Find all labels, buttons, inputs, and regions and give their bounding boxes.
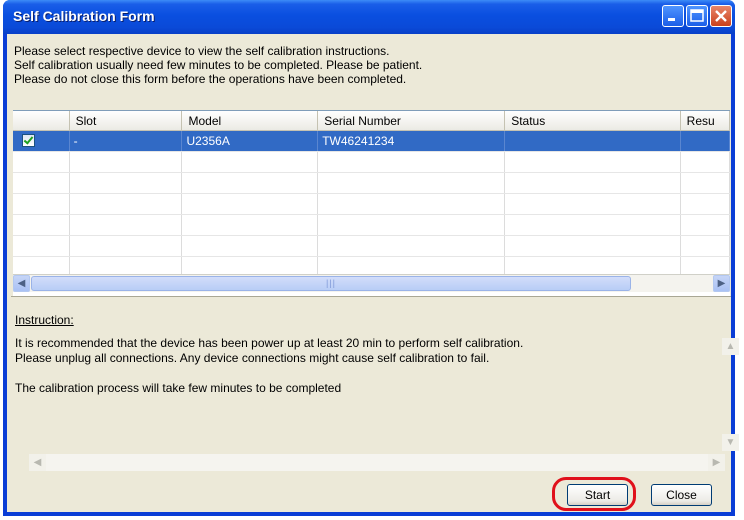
close-window-button[interactable] <box>710 5 732 27</box>
column-header-result[interactable]: Resu <box>680 111 730 131</box>
arrow-right-icon[interactable]: ▶ <box>708 454 725 471</box>
instruction-line <box>15 366 705 381</box>
arrow-left-icon[interactable]: ◀ <box>29 454 46 471</box>
arrow-right-icon[interactable]: ▶ <box>713 275 730 292</box>
empty-row <box>13 172 730 194</box>
instruction-line: Please unplug all connections. Any devic… <box>15 351 490 365</box>
arrow-left-icon[interactable]: ◀ <box>13 275 30 292</box>
arrow-down-icon[interactable]: ▼ <box>722 434 739 451</box>
self-calibration-window: Self Calibration Form Please select resp… <box>3 0 739 516</box>
divider <box>11 296 731 297</box>
arrow-up-icon[interactable]: ▲ <box>722 338 739 355</box>
serial-cell: TW46241234 <box>317 130 506 152</box>
intro-text: Please select respective device to view … <box>14 44 422 86</box>
empty-row <box>13 214 730 236</box>
instruction-horizontal-scrollbar[interactable]: ◀ ▶ <box>29 454 725 471</box>
device-grid[interactable]: Slot Model Serial Number Status Resu - U… <box>13 110 730 296</box>
instruction-label: Instruction: <box>15 313 74 327</box>
model-cell: U2356A <box>181 130 319 152</box>
row-checkbox-cell[interactable] <box>13 130 70 152</box>
result-cell <box>680 130 730 152</box>
close-icon <box>715 10 727 22</box>
instruction-vertical-scrollbar[interactable]: ▲ ▼ <box>722 330 739 454</box>
instruction-line: It is recommended that the device has be… <box>15 336 524 350</box>
table-row[interactable]: - U2356A TW46241234 <box>13 130 730 152</box>
column-header-select[interactable] <box>13 111 70 131</box>
column-header-status[interactable]: Status <box>504 111 681 131</box>
window-title: Self Calibration Form <box>13 8 155 24</box>
intro-line: Please do not close this form before the… <box>14 72 407 86</box>
title-bar[interactable]: Self Calibration Form <box>3 0 735 34</box>
start-button-highlight <box>552 477 636 511</box>
maximize-button[interactable] <box>686 5 708 27</box>
intro-line: Please select respective device to view … <box>14 44 390 58</box>
column-header-serial-number[interactable]: Serial Number <box>317 111 506 131</box>
status-cell <box>504 130 681 152</box>
instruction-text: It is recommended that the device has be… <box>15 336 705 396</box>
close-button[interactable]: Close <box>651 484 712 506</box>
instruction-line: The calibration process will take few mi… <box>15 381 342 395</box>
check-icon[interactable] <box>22 134 35 147</box>
form-body: Please select respective device to view … <box>7 34 739 512</box>
minimize-button[interactable] <box>662 5 684 27</box>
empty-row <box>13 193 730 215</box>
slot-cell: - <box>69 130 183 152</box>
column-header-slot[interactable]: Slot <box>69 111 183 131</box>
maximize-icon <box>690 9 704 22</box>
grid-header: Slot Model Serial Number Status Resu <box>13 111 730 131</box>
column-header-model[interactable]: Model <box>181 111 319 131</box>
grid-horizontal-scrollbar[interactable]: ◀ ||| ▶ <box>13 274 730 292</box>
intro-line: Self calibration usually need few minute… <box>14 58 423 72</box>
scrollbar-thumb[interactable]: ||| <box>31 276 631 291</box>
empty-row <box>13 151 730 173</box>
empty-row <box>13 235 730 257</box>
minimize-icon <box>668 18 675 21</box>
